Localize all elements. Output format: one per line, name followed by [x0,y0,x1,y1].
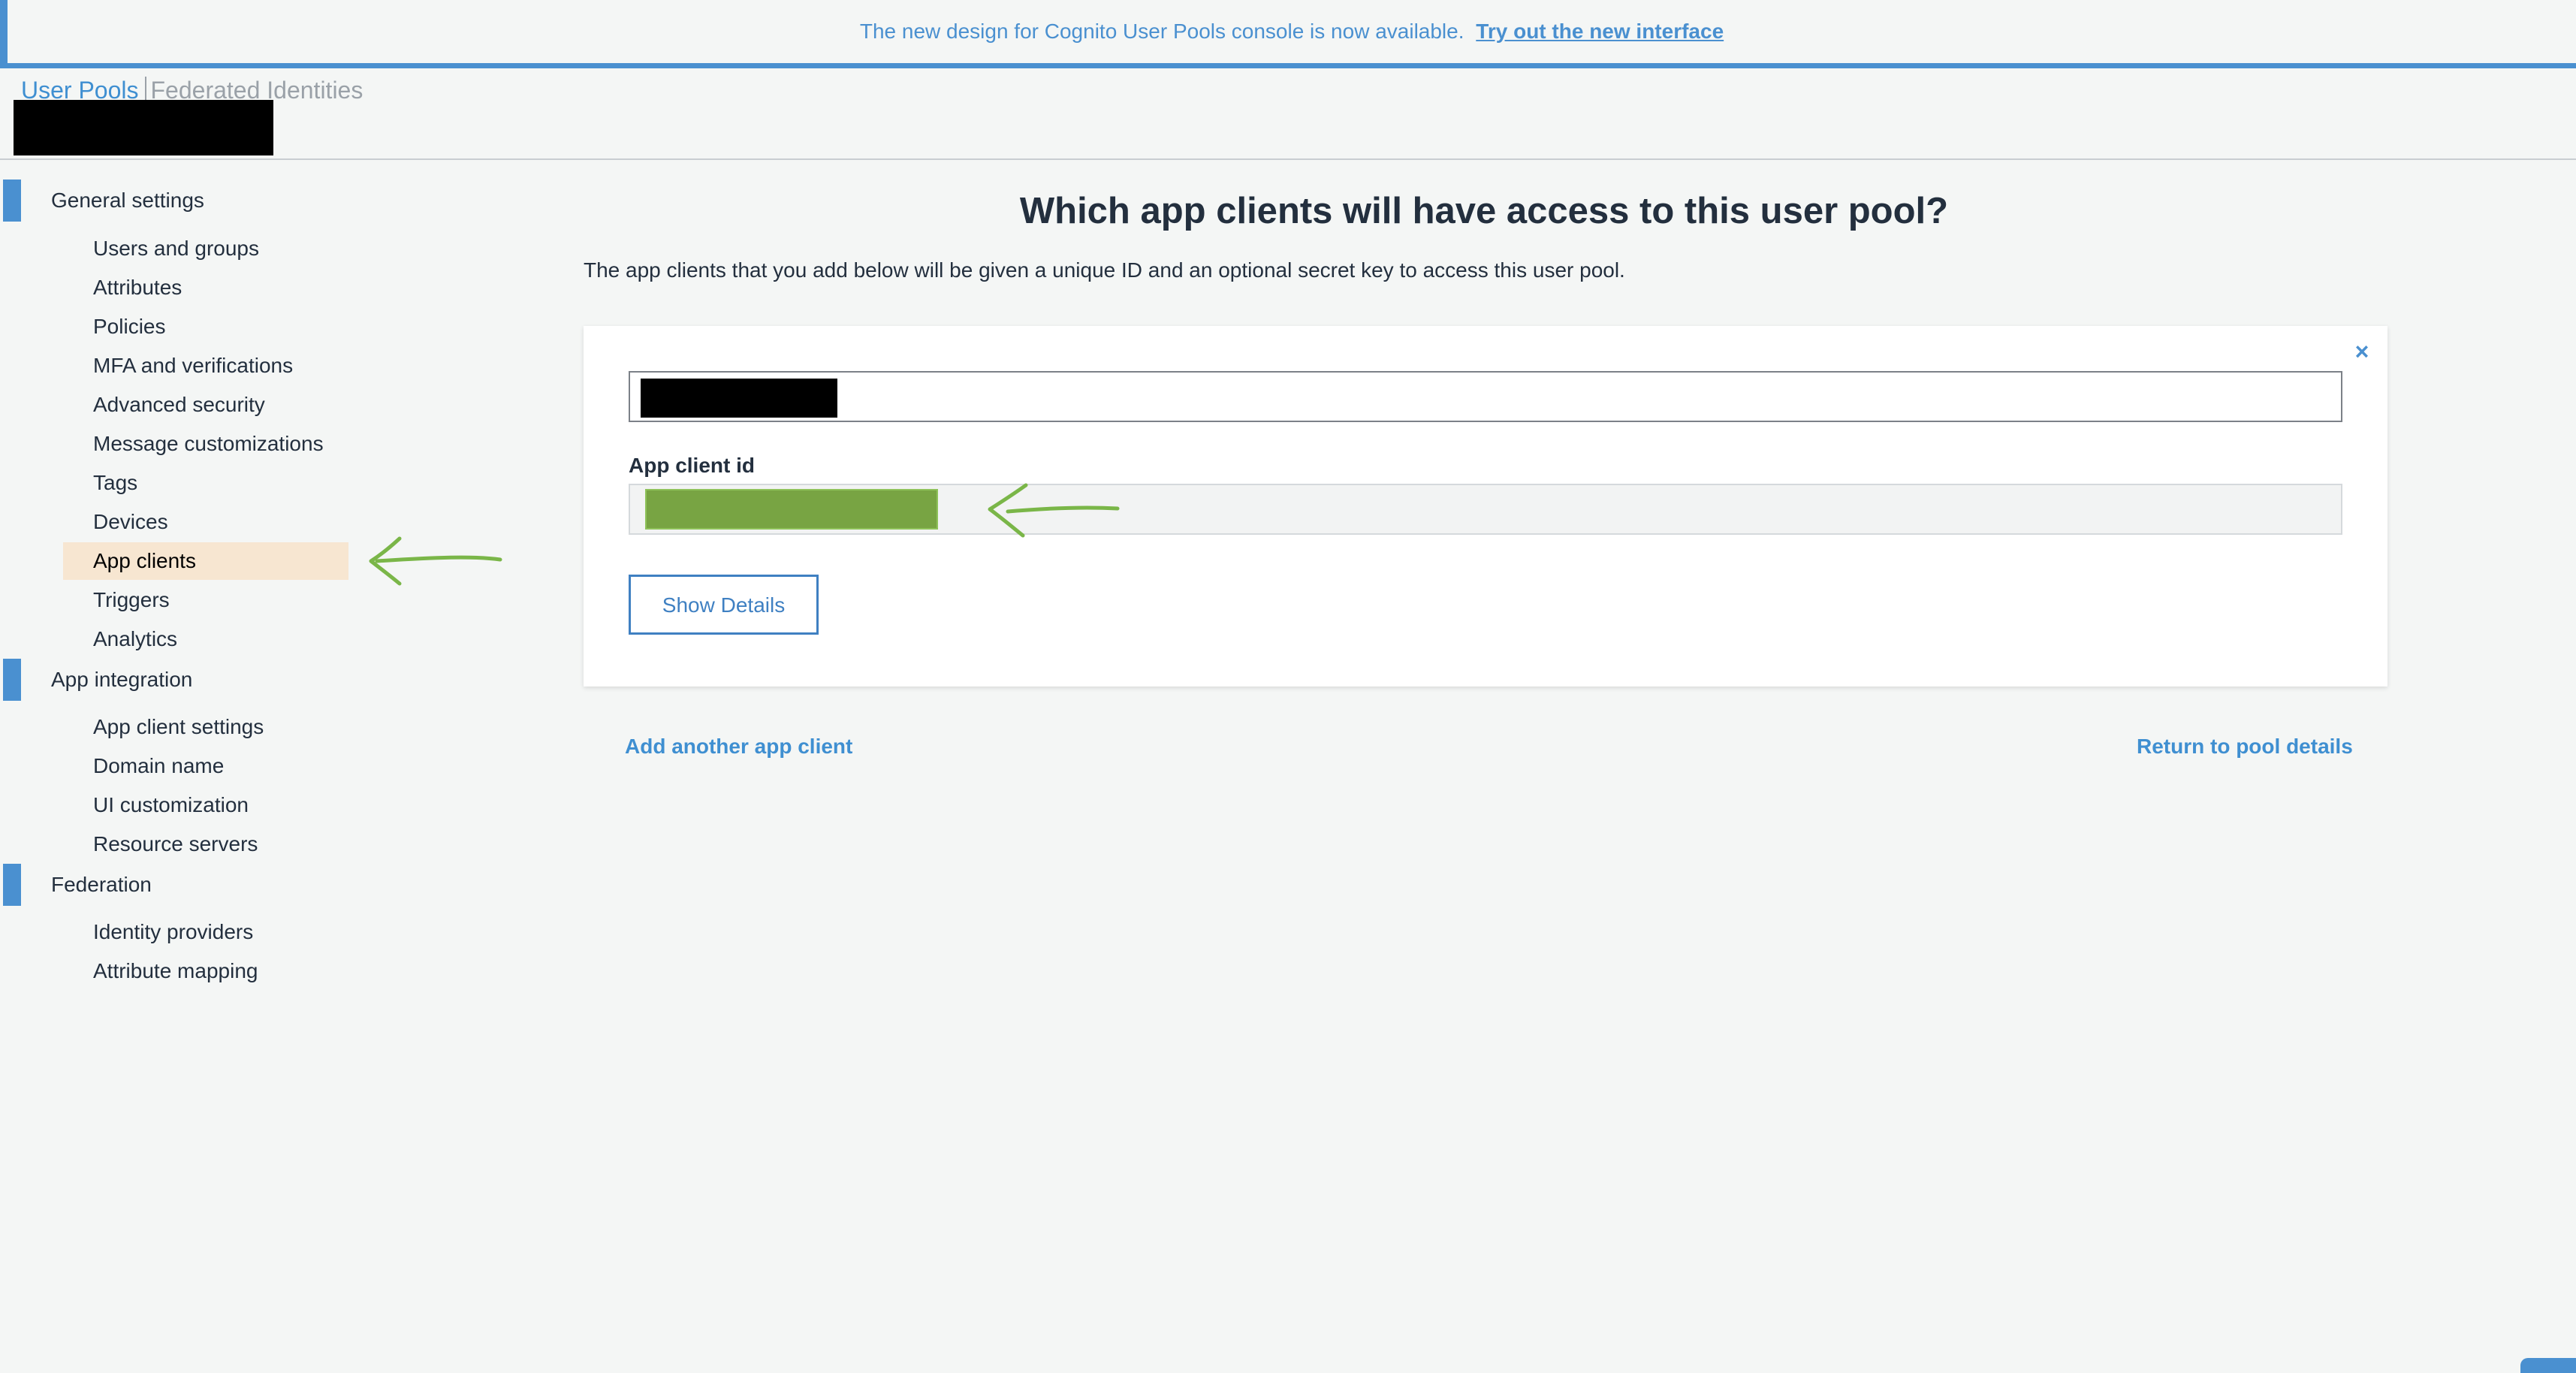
annotation-arrow-client-id [988,483,1120,538]
sidebar-item-attributes[interactable]: Attributes [63,269,348,306]
sidebar-item-advanced-security[interactable]: Advanced security [63,386,348,424]
sidebar-item-attribute-mapping[interactable]: Attribute mapping [63,952,348,990]
try-new-interface-link[interactable]: Try out the new interface [1476,20,1724,43]
page-description: The app clients that you add below will … [584,258,1625,282]
sidebar-nav: General settings Users and groups Attrib… [0,160,526,1212]
sidebar-section-app-integration[interactable]: App integration [0,659,240,701]
sidebar-item-mfa-and-verifications[interactable]: MFA and verifications [63,347,348,385]
sidebar-item-users-and-groups[interactable]: Users and groups [63,230,348,267]
app-client-name-redacted [641,379,837,418]
sidebar-section-general-settings[interactable]: General settings [0,180,240,222]
app-client-name-field[interactable] [629,371,2342,422]
sidebar-section-federation[interactable]: Federation [0,864,240,906]
sidebar-item-policies[interactable]: Policies [63,308,348,346]
sidebar-item-devices[interactable]: Devices [63,503,348,541]
sidebar-item-resource-servers[interactable]: Resource servers [63,825,348,863]
sidebar-item-triggers[interactable]: Triggers [63,581,348,619]
sidebar-item-app-clients[interactable]: App clients [63,542,348,580]
tab-separator [144,77,146,102]
app-client-id-label: App client id [629,454,755,477]
sidebar-item-domain-name[interactable]: Domain name [63,747,348,785]
sidebar-item-app-client-settings[interactable]: App client settings [63,708,348,746]
pool-name-redacted [14,100,273,155]
app-client-id-redacted [645,489,938,530]
close-icon[interactable]: × [2351,338,2373,365]
sidebar-item-ui-customization[interactable]: UI customization [63,786,348,824]
banner-message: The new design for Cognito User Pools co… [859,20,1464,43]
page-title: Which app clients will have access to th… [1019,191,1949,231]
annotation-arrow-app-clients [369,536,502,586]
add-another-app-client-link[interactable]: Add another app client [625,730,852,763]
show-details-button[interactable]: Show Details [629,575,819,635]
sidebar-item-tags[interactable]: Tags [63,464,348,502]
feedback-tab[interactable] [2520,1358,2576,1373]
new-console-banner: The new design for Cognito User Pools co… [0,0,2576,68]
sidebar-item-identity-providers[interactable]: Identity providers [63,913,348,951]
sidebar-item-analytics[interactable]: Analytics [63,620,348,658]
return-to-pool-details-link[interactable]: Return to pool details [2137,730,2353,763]
sidebar-item-message-customizations[interactable]: Message customizations [63,425,348,463]
